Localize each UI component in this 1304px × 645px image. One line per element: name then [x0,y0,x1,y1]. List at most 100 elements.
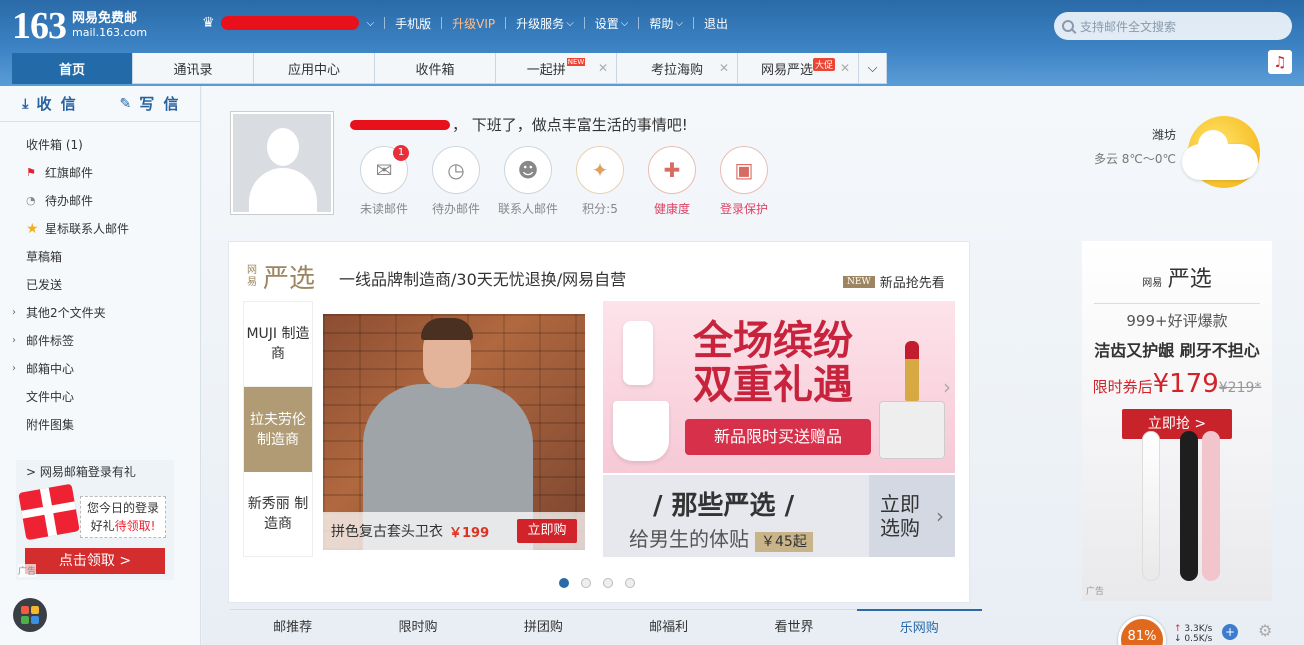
chevron-down-icon: ⌵ [675,17,683,29]
maker-item[interactable]: 拉夫劳伦 制造商 [244,387,312,472]
compose-button[interactable]: ✎ 写 信 [100,86,200,121]
carousel-dot[interactable] [625,578,635,588]
folder-label: 文件中心 [26,390,75,404]
weather-widget[interactable]: 潍坊 多云 8℃～0℃ [1092,126,1176,167]
help-link[interactable]: 帮助 [649,15,673,32]
gift-icon [18,483,80,541]
shortcut-label: 待办邮件 [431,202,480,216]
more-tabs-button[interactable]: ⌵ [859,53,887,84]
folder-mail-center[interactable]: › 邮箱中心 [0,355,200,383]
logo-domain: mail.163.com [72,26,148,39]
maker-item[interactable]: 新秀丽 制造商 [244,472,312,557]
folder-attachments[interactable]: 附件图集 [0,411,200,439]
folder-sent[interactable]: 已发送 [0,271,200,299]
receive-button[interactable]: ⤓ 收 信 [0,86,100,121]
receive-label: 收 信 [36,95,78,113]
apps-grid-button[interactable] [13,598,47,632]
chevron-right-icon: › [12,335,16,346]
tab-group-buy[interactable]: 拼团购 [481,610,606,645]
close-icon[interactable]: ✕ [840,61,850,75]
promo-banner-men[interactable]: / 那些严选 / 给男生的体贴 ￥45起 立即选购 › [603,475,955,557]
mobile-link[interactable]: 手机版 [395,15,431,32]
tab-label: 首页 [58,63,85,78]
close-icon[interactable]: ✕ [719,61,729,75]
product-title: 拼色复古套头卫衣 [331,524,443,540]
chevron-down-icon: ⌵ [867,60,878,76]
folder-inbox[interactable]: 收件箱 (1) [0,131,200,159]
gear-icon[interactable]: ⚙ [1258,621,1272,640]
tab-kaola[interactable]: 考拉海购 ✕ [617,53,738,84]
greeting: ， 下班了，做点丰富生活的事情吧! [350,114,688,135]
tab-flash-sale[interactable]: 限时购 [355,610,480,645]
folder-todo[interactable]: ◔ 待办邮件 [0,187,200,215]
logo[interactable]: 163 网易免费邮 mail.163.com [12,7,148,45]
folder-drafts[interactable]: 草稿箱 [0,243,200,271]
tab-inbox[interactable]: 收件箱 [375,53,496,84]
promo-banner-gifts[interactable]: 全场缤纷 双重礼遇 新品限时买送赠品 › [603,301,955,473]
main-tabs: 首页 通讯录 应用中心 收件箱 一起拼 NEW ✕ 考拉海购 ✕ 网易严选 大促 ✕ ⌵ [12,53,887,84]
login-protect-shortcut[interactable]: ▣ 登录保护 [708,146,780,217]
upgrade-vip-link[interactable]: 升级VIP [452,15,495,32]
brand-big: 严选 [263,264,316,293]
tab-world[interactable]: 看世界 [731,610,856,645]
tab-shopping[interactable]: 乐网购 [856,609,982,645]
toothbrush-ad[interactable]: 网易 严选 999+好评爆款 洁齿又护龈 刷牙不担心 限时券后¥179¥219*… [1082,241,1272,601]
maker-list: MUJI 制造商 拉夫劳伦 制造商 新秀丽 制造商 [243,301,313,557]
music-icon[interactable]: ♫ [1268,50,1292,74]
compose-label: 写 信 [139,95,181,113]
plus-icon[interactable]: + [1222,624,1238,640]
yanxuan-logo[interactable]: 网易 严选 [247,258,315,295]
claim-button[interactable]: 点击领取 > [25,548,165,574]
folder-other[interactable]: › 其他2个文件夹 [0,299,200,327]
new-arrivals-link[interactable]: NEW 新品抢先看 [843,272,945,291]
gift-offer-button[interactable]: 新品限时买送赠品 [685,419,871,455]
chevron-down-icon[interactable]: ⌵ [367,18,375,29]
folder-flagged[interactable]: ⚑ 红旗邮件 [0,159,200,187]
carousel-dot[interactable] [559,578,569,588]
login-gift-promo[interactable]: > 网易邮箱登录有礼 您今日的登录 好礼待领取! 点击领取 > 广告 [16,460,174,580]
product-banner-sweater[interactable]: 拼色复古套头卫衣 ￥199 立即购 [323,314,585,550]
shortcut-label: 健康度 [653,202,690,216]
avatar[interactable] [230,111,334,215]
redacted-username[interactable] [220,16,359,30]
select-now-button[interactable]: 立即选购 › [869,475,955,557]
tab-yanxuan[interactable]: 网易严选 大促 ✕ [738,53,859,84]
carousel-dot[interactable] [603,578,613,588]
tab-home[interactable]: 首页 [12,53,133,84]
health-kit-icon: ✚ [663,158,681,182]
banner-headline: 全场缤纷 [693,317,853,364]
todo-mail-shortcut[interactable]: ◷ 待办邮件 [420,146,492,217]
logout-link[interactable]: 退出 [704,15,728,32]
maker-item[interactable]: MUJI 制造商 [244,302,312,387]
logo-title: 网易免费邮 [72,11,138,26]
settings-link[interactable]: 设置 [595,15,619,32]
folder-tags[interactable]: › 邮件标签 [0,327,200,355]
tab-app-center[interactable]: 应用中心 [254,53,375,84]
folder-label: 邮箱中心 [26,362,75,376]
folder-file-center[interactable]: 文件中心 [0,383,200,411]
mail-icon: ✉ [375,158,393,182]
tab-group-buy[interactable]: 一起拼 NEW ✕ [496,53,617,84]
folder-label: 待办邮件 [45,194,94,208]
buy-now-button[interactable]: 立即购 [517,519,577,543]
tab-recommend[interactable]: 邮推荐 [230,610,355,645]
brand-big: 严选 [1167,266,1212,291]
tab-contacts[interactable]: 通讯录 [133,53,254,84]
promo-title[interactable]: > 网易邮箱登录有礼 [16,460,174,480]
folder-starred[interactable]: ★ 星标联系人邮件 [0,215,200,243]
contact-mail-shortcut[interactable]: ☻ 联系人邮件 [492,146,564,217]
tab-welfare[interactable]: 邮福利 [606,610,731,645]
chevron-right-icon[interactable]: › [943,375,951,399]
carousel-dot[interactable] [581,578,591,588]
health-shortcut[interactable]: ✚ 健康度 [636,146,708,217]
network-speed-widget[interactable]: 81% ↑ 3.3K/s ↓ 0.5K/s + [1118,616,1246,645]
cloud-icon [1182,130,1258,180]
points-shortcut[interactable]: ✦ 积分:5 [564,146,636,217]
upgrade-service-link[interactable]: 升级服务 [516,15,564,32]
flag-icon: ⚑ [26,166,36,179]
ad-tagline: 999+好评爆款 [1094,303,1260,331]
close-icon[interactable]: ✕ [598,61,608,75]
search-input[interactable]: 支持邮件全文搜索 [1054,12,1292,40]
unread-mail-shortcut[interactable]: ✉ 1 未读邮件 [348,145,420,217]
crown-icon: ♛ [202,15,215,31]
